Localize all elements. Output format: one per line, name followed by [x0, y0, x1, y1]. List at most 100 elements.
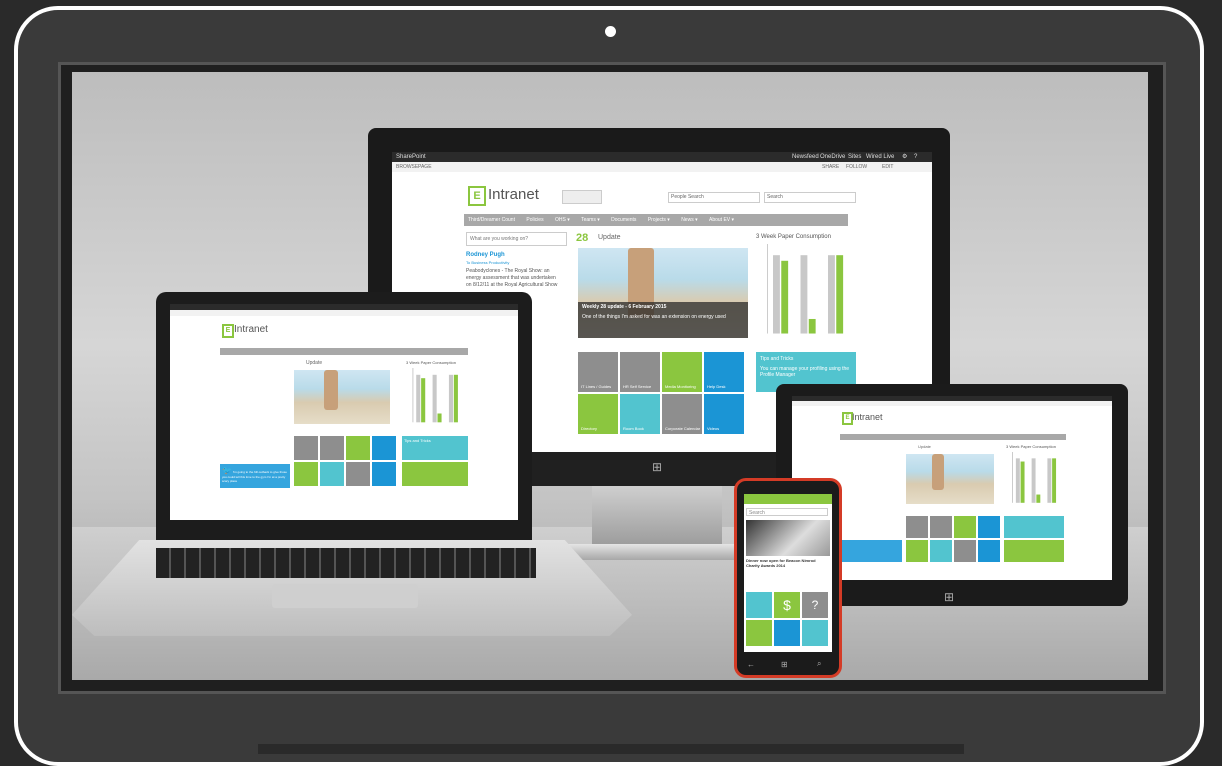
share-button[interactable]: SHARE: [822, 162, 839, 172]
follow-button[interactable]: FOLLOW: [846, 162, 867, 172]
chart-title: 3 Week Paper Consumption: [756, 234, 831, 240]
laptop-site-title[interactable]: Intranet: [234, 324, 268, 335]
tablet-chart-title: 3 Week Paper Consumption: [1006, 444, 1056, 449]
tablet-update-title: Update: [918, 444, 931, 449]
phone-tile-help[interactable]: ?: [802, 592, 828, 618]
laptop-tile-5[interactable]: [294, 462, 318, 486]
tablet-tile-3[interactable]: [954, 516, 976, 538]
nav-item-documents[interactable]: Documents: [611, 214, 636, 226]
tile-media-monitoring[interactable]: Media Monitoring: [662, 352, 702, 392]
laptop-tile-6[interactable]: [320, 462, 344, 486]
twitter-bird-icon: 🐦: [222, 466, 232, 475]
nav-item-ohs[interactable]: OHS ▾: [555, 214, 570, 226]
monitor-stand-base: [552, 544, 762, 560]
news-caption: Weekly 28 update - 6 February 2015 One o…: [578, 302, 748, 338]
nav-item-about[interactable]: About EV ▾: [709, 214, 734, 226]
chart-bar-actual-2: [437, 413, 442, 423]
phone-tile-4[interactable]: [746, 620, 772, 646]
chart-bar-target-1: [416, 374, 421, 423]
nav-item-news[interactable]: News ▾: [681, 214, 697, 226]
laptop-thermometer: [324, 370, 338, 410]
tablet-tile-7[interactable]: [954, 540, 976, 562]
laptop-nav: [220, 348, 468, 355]
nav-item-teams[interactable]: Teams ▾: [581, 214, 600, 226]
chart-bar-target-2: [432, 374, 437, 423]
tips-text: You can manage your profiling using the …: [760, 366, 850, 378]
chart-bar-target-2: [1031, 458, 1036, 503]
chart-bar-target-2: [800, 255, 808, 334]
phone-tile-1[interactable]: [746, 592, 772, 618]
nav-item-policies[interactable]: Policies: [526, 214, 543, 226]
tab-page[interactable]: PAGE: [418, 162, 432, 172]
chart-bar-actual-1: [1020, 461, 1025, 503]
chart-bar-target-1: [1015, 458, 1020, 503]
help-icon[interactable]: ?: [914, 152, 917, 162]
phone-tile-dollar[interactable]: $: [774, 592, 800, 618]
tablet-news-image[interactable]: [906, 454, 994, 504]
nav-item-projects[interactable]: Projects ▾: [648, 214, 670, 226]
site-title[interactable]: Intranet: [488, 186, 539, 203]
laptop-update-title: Update: [306, 360, 323, 366]
phone-tile-5[interactable]: [774, 620, 800, 646]
phone-tile-6[interactable]: [802, 620, 828, 646]
tablet-tile-5[interactable]: [906, 540, 928, 562]
phone-screen: Search Dinner now open for Beacon Nimrod…: [744, 494, 832, 652]
phone-search-icon[interactable]: ⌕: [817, 659, 821, 669]
app-name: SharePoint: [396, 154, 426, 160]
phone-news-title[interactable]: Dinner now open for Beacon Nimrod Charit…: [746, 558, 830, 568]
phone-windows-icon[interactable]: ⊞: [781, 660, 788, 669]
people-search-input[interactable]: People Search: [668, 192, 760, 203]
tablet-tile-8[interactable]: [978, 540, 1000, 562]
update-number: 28: [576, 232, 589, 244]
phone-news-image[interactable]: [746, 520, 830, 556]
tile-videos[interactable]: Videos: [704, 394, 744, 434]
top-link-newsfeed[interactable]: Newsfeed: [792, 152, 819, 162]
tablet-tile-1[interactable]: [906, 516, 928, 538]
language-selector[interactable]: [562, 190, 602, 204]
tablet-windows-logo-icon: ⊞: [944, 590, 955, 604]
tile-corporate-calendar[interactable]: Corporate Calendar: [662, 394, 702, 434]
laptop-tile-7[interactable]: [346, 462, 370, 486]
news-headline[interactable]: Weekly 28 update - 6 February 2015: [582, 304, 744, 310]
laptop-tile-4[interactable]: [372, 436, 396, 460]
settings-icon[interactable]: ⚙: [902, 152, 907, 162]
tile-directory[interactable]: Directory: [578, 394, 618, 434]
top-link-onedrive[interactable]: OneDrive: [820, 152, 845, 162]
tile-help-desk[interactable]: Help Desk: [704, 352, 744, 392]
edit-button[interactable]: EDIT: [882, 162, 893, 172]
tablet-twitter-panel[interactable]: [840, 540, 902, 562]
laptop-tile-1[interactable]: [294, 436, 318, 460]
tile-it-guides[interactable]: IT Lines / Guides: [578, 352, 618, 392]
laptop-tips-title: Tips and Tricks: [404, 438, 431, 443]
chart-bar-actual-1: [781, 260, 789, 334]
top-link-sites[interactable]: Sites: [848, 152, 861, 162]
laptop-tile-3[interactable]: [346, 436, 370, 460]
laptop-news-image[interactable]: [294, 370, 390, 424]
chart-bar-actual-3: [453, 374, 458, 423]
laptop-tips-panel: Tips and Tricks: [402, 436, 468, 460]
nav-item-count[interactable]: Third/Dreamer Count: [468, 214, 515, 226]
search-input[interactable]: Search: [764, 192, 856, 203]
laptop-chart: [412, 368, 458, 423]
laptop-touchpad: [272, 584, 418, 608]
chart-bar-actual-3: [1052, 458, 1057, 503]
laptop-twitter-panel[interactable]: 🐦 I'm going to the hill outback to give …: [220, 464, 290, 488]
laptop-tile-8[interactable]: [372, 462, 396, 486]
laptop-chart-title: 3 Week Paper Consumption: [406, 360, 456, 365]
status-input[interactable]: What are you working on?: [466, 232, 567, 246]
tablet-tile-2[interactable]: [930, 516, 952, 538]
user-menu[interactable]: Wired Live: [866, 152, 894, 162]
tablet-site-title[interactable]: Intranet: [852, 412, 883, 422]
tile-hr-self-service[interactable]: HR Self Service: [620, 352, 660, 392]
laptop-ribbon: [170, 310, 518, 316]
tablet-tile-4[interactable]: [978, 516, 1000, 538]
tablet-tile-6[interactable]: [930, 540, 952, 562]
phone-back-icon[interactable]: ←: [747, 660, 755, 669]
bezel-bottom-gap: [258, 744, 964, 754]
laptop-tile-2[interactable]: [320, 436, 344, 460]
tab-browse[interactable]: BROWSE: [396, 162, 418, 172]
chart-bar-actual-3: [836, 255, 844, 334]
tile-room-book[interactable]: Room Book: [620, 394, 660, 434]
feed-author[interactable]: Rodney Pugh: [466, 252, 505, 258]
phone-search-input[interactable]: Search: [746, 508, 828, 516]
